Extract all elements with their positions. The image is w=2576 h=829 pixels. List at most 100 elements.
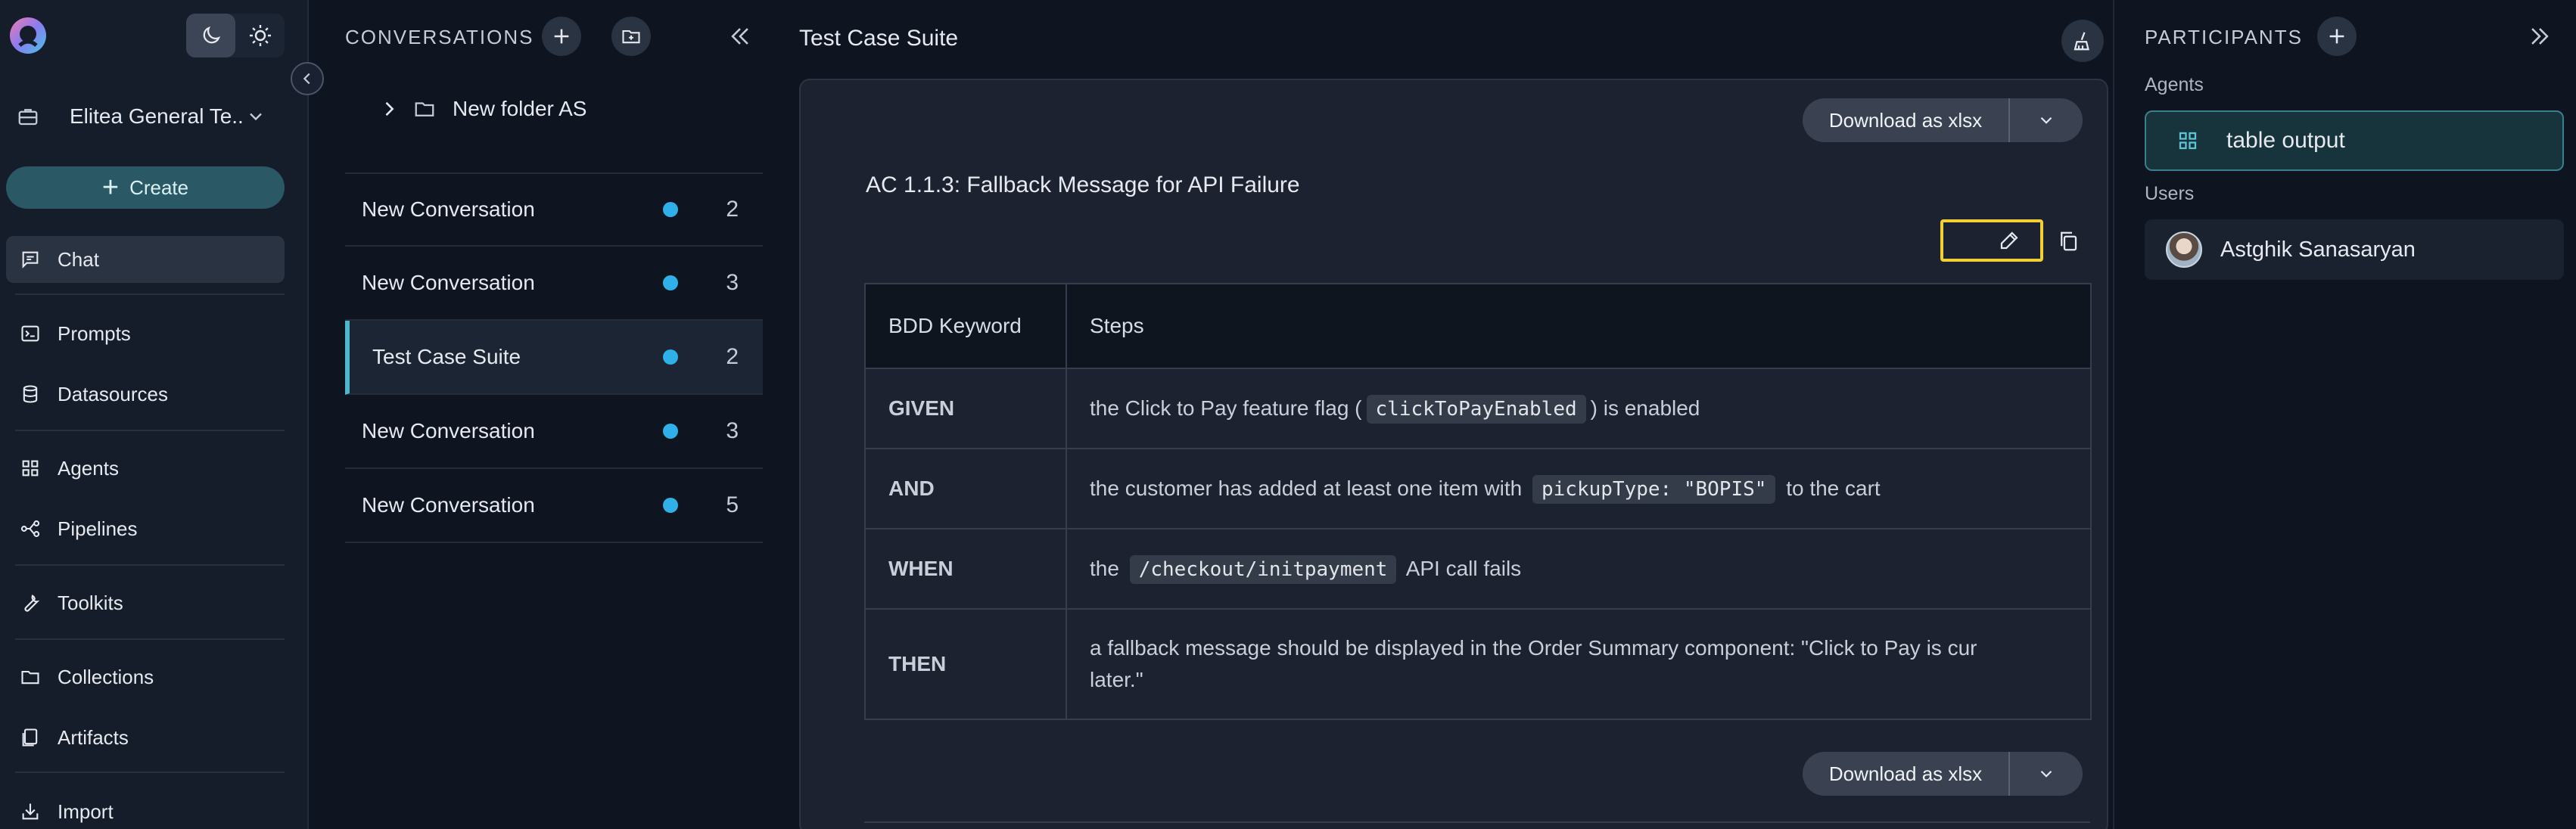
folder-icon [18, 665, 42, 689]
nav-item-import[interactable]: Import [6, 788, 285, 829]
chat-main: Test Case Suite Download as xlsx AC 1.1.… [778, 0, 2113, 829]
copy-table-button[interactable] [2049, 222, 2087, 260]
create-button[interactable]: + Create [6, 166, 285, 209]
participants-title: PARTICIPANTS [2145, 26, 2303, 48]
bdd-step: a fallback message should be displayed i… [1066, 608, 2092, 720]
nav-item-datasources[interactable]: Datasources [6, 371, 285, 418]
conversation-count: 2 [726, 197, 739, 222]
download-xlsx-group: Download as xlsx [1803, 752, 2083, 796]
grid-icon [18, 456, 42, 480]
grid-icon [2176, 129, 2199, 152]
collapse-conversations-button[interactable] [723, 20, 757, 53]
elitea-logo-icon[interactable] [8, 15, 48, 56]
chevron-down-icon [250, 113, 262, 121]
avatar [2166, 231, 2202, 268]
download-options-button[interactable] [2010, 752, 2083, 796]
moon-icon [203, 26, 220, 44]
pencil-icon [2000, 231, 2018, 250]
documents-icon [18, 725, 42, 750]
conversation-item[interactable]: New Conversation 5 [345, 469, 763, 543]
folder-plus-icon [622, 29, 640, 44]
conversation-name: Test Case Suite [372, 345, 521, 368]
table-row: AND the customer has added at least one … [864, 448, 2092, 529]
conversation-list: New Conversation 2 New Conversation 3 Te… [345, 172, 763, 543]
new-folder-button[interactable] [611, 17, 651, 56]
bdd-keyword: AND [864, 448, 1067, 529]
double-chevron-left-icon [731, 28, 748, 45]
dark-mode-button[interactable] [186, 14, 235, 57]
nav-item-prompts[interactable]: Prompts [6, 310, 285, 357]
bdd-step: the /checkout/initpayment API call fails [1066, 528, 2092, 610]
conversation-item[interactable]: New Conversation 3 [345, 247, 763, 321]
conversation-title: Test Case Suite [799, 26, 959, 51]
bdd-table: BDD Keyword Steps GIVEN the Click to Pay… [864, 283, 2092, 720]
nav-item-artifacts[interactable]: Artifacts [6, 714, 285, 761]
broom-icon [2074, 32, 2089, 51]
bdd-keyword: THEN [864, 608, 1067, 720]
nav-item-label: Datasources [58, 382, 168, 405]
conversation-name: New Conversation [362, 271, 535, 294]
nav-item-label: Artifacts [58, 725, 129, 749]
folder-item[interactable]: New folder AS [378, 88, 586, 130]
nav-item-toolkits[interactable]: Toolkits [6, 579, 285, 626]
add-participant-button[interactable] [2317, 17, 2357, 56]
conversation-count: 5 [726, 492, 739, 517]
users-section-label: Users [2145, 183, 2195, 204]
agent-participant[interactable]: table output [2145, 110, 2564, 171]
download-xlsx-button[interactable]: Download as xlsx [1803, 98, 2010, 142]
plus-icon [554, 29, 569, 44]
left-navigation: Elitea General Te... + Create Chat Promp… [0, 0, 309, 829]
double-chevron-right-icon [2531, 28, 2549, 45]
conversations-panel: CONVERSATIONS New folder AS New Conversa… [309, 0, 778, 829]
nav-item-agents[interactable]: Agents [6, 445, 285, 492]
nav-item-chat[interactable]: Chat [6, 236, 285, 283]
agents-section-label: Agents [2145, 74, 2204, 95]
chevron-down-icon [2040, 116, 2052, 124]
download-xlsx-button[interactable]: Download as xlsx [1803, 752, 2010, 796]
table-header-row: BDD Keyword Steps [864, 283, 2092, 369]
new-conversation-button[interactable] [542, 17, 581, 56]
table-row: THEN a fallback message should be displa… [864, 608, 2092, 720]
database-icon [18, 382, 42, 406]
conversations-title: CONVERSATIONS [345, 26, 534, 48]
light-mode-button[interactable] [235, 14, 285, 57]
bdd-step: the customer has added at least one item… [1066, 448, 2092, 529]
project-selector[interactable]: Elitea General Te... [17, 95, 297, 138]
clear-chat-button[interactable] [2061, 20, 2104, 62]
table-row: GIVEN the Click to Pay feature flag (cli… [864, 368, 2092, 449]
folder-icon [415, 102, 434, 116]
download-xlsx-group: Download as xlsx [1803, 98, 2083, 142]
nav-item-label: Collections [58, 665, 154, 688]
chevron-right-icon [385, 101, 394, 116]
nav-item-collections[interactable]: Collections [6, 654, 285, 700]
conversation-count: 3 [726, 270, 739, 295]
conversation-count: 2 [726, 344, 739, 369]
conversation-item[interactable]: New Conversation 3 [345, 395, 763, 469]
unread-indicator [663, 349, 678, 365]
collapse-sidebar-button[interactable] [291, 62, 324, 95]
conversation-item-active[interactable]: Test Case Suite 2 [345, 321, 763, 395]
briefcase-icon [18, 109, 38, 126]
user-name: Astghik Sanasaryan [2220, 237, 2416, 262]
conversation-count: 3 [726, 418, 739, 443]
plus-icon: + [101, 172, 120, 203]
table-row: WHEN the /checkout/initpayment API call … [864, 528, 2092, 610]
folder-name: New folder AS [453, 97, 587, 120]
conversation-name: New Conversation [362, 419, 535, 442]
user-participant[interactable]: Astghik Sanasaryan [2145, 219, 2564, 280]
bdd-keyword: WHEN [864, 528, 1067, 610]
divider [864, 821, 2090, 823]
unread-indicator [663, 498, 678, 513]
import-icon [18, 800, 42, 824]
edit-table-button[interactable] [1940, 219, 2043, 262]
theme-toggle [186, 14, 285, 57]
nav-item-label: Chat [58, 247, 99, 271]
conversation-item[interactable]: New Conversation 2 [345, 172, 763, 247]
agent-name: table output [2226, 128, 2345, 153]
collapse-participants-button[interactable] [2523, 20, 2556, 53]
nav-item-label: Toolkits [58, 591, 123, 614]
unread-indicator [663, 202, 678, 217]
download-options-button[interactable] [2010, 98, 2083, 142]
nav-item-pipelines[interactable]: Pipelines [6, 505, 285, 552]
nav-item-label: Import [58, 800, 114, 823]
